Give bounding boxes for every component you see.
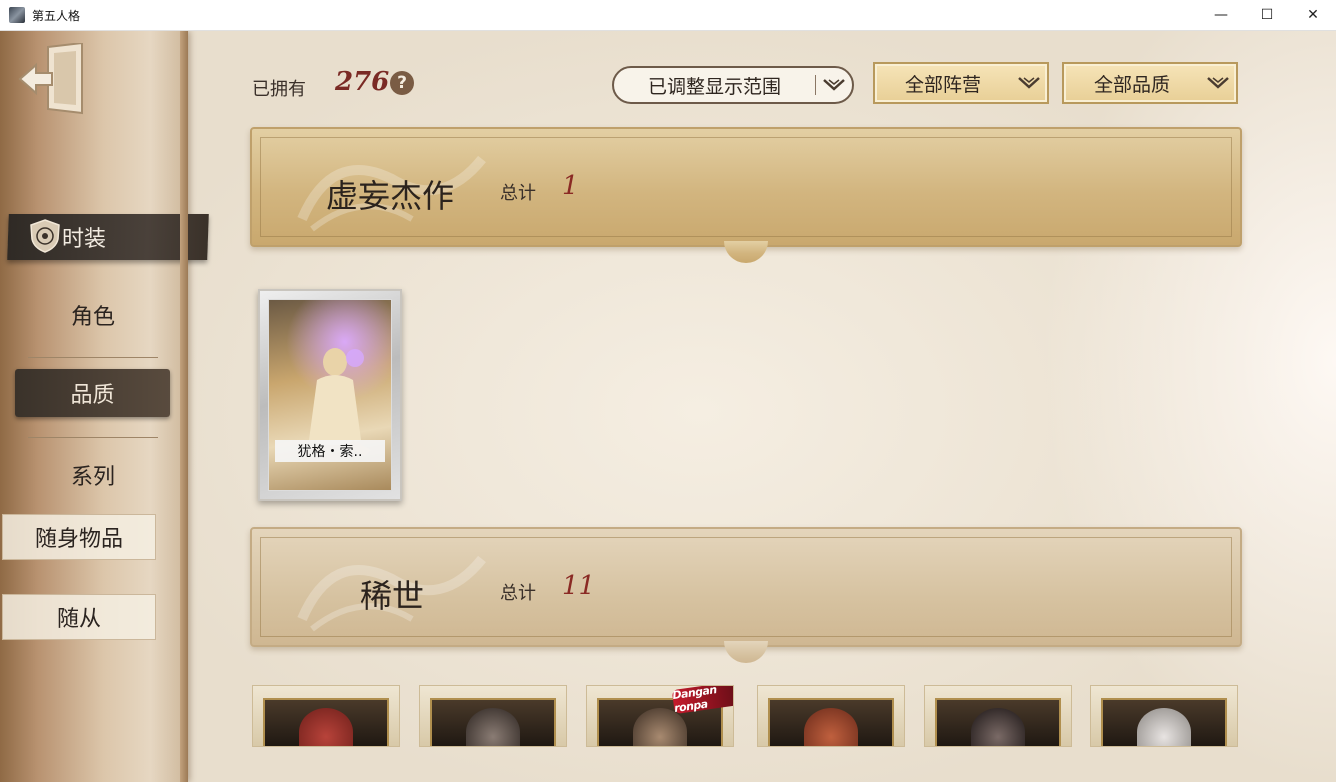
costume-card-name: 犹格・索.. (275, 440, 385, 462)
section-banner-masterpiece: 虚妄杰作 总计 1 (250, 127, 1242, 263)
character-portrait-icon (299, 708, 353, 746)
dropdown-label: 全部阵营 (904, 73, 981, 96)
section-banner-rare: 稀世 总计 11 (250, 527, 1242, 663)
minimize-icon: — (1214, 7, 1228, 23)
banner-notch (724, 641, 768, 663)
costume-card-art (1101, 698, 1227, 746)
nav-divider (28, 437, 158, 438)
help-icon[interactable]: ? (390, 71, 414, 95)
costume-card[interactable] (924, 685, 1072, 747)
nav-accessories[interactable]: 随身物品 (2, 514, 156, 560)
shield-emblem-icon (30, 219, 60, 253)
costume-card-art (768, 698, 894, 746)
window-title: 第五人格 (32, 8, 81, 23)
faction-dropdown[interactable]: 全部阵营 (873, 62, 1049, 104)
dangan-ronpa-logo: Dangan ronpa (672, 686, 733, 715)
close-icon: ✕ (1307, 7, 1319, 23)
costume-card[interactable]: Dangan ronpa (586, 685, 734, 747)
close-button[interactable]: ✕ (1290, 0, 1336, 30)
costume-card[interactable] (757, 685, 905, 747)
character-portrait-icon (1137, 708, 1191, 746)
section-title: 稀世 (360, 577, 425, 615)
sidebar: 时装 角色 品质 系列 随身物品 随从 (0, 31, 209, 782)
nav-quality[interactable]: 品质 (15, 369, 170, 417)
nav-role[interactable]: 角色 (0, 296, 186, 334)
owned-count: 276 (335, 67, 390, 97)
costume-card[interactable] (1090, 685, 1238, 747)
maximize-button[interactable]: ☐ (1244, 0, 1290, 30)
window-controls: — ☐ ✕ (1198, 0, 1336, 30)
costume-card-art (263, 698, 389, 746)
section-title: 虚妄杰作 (326, 177, 455, 215)
owned-label: 已拥有 (252, 79, 306, 100)
costume-card[interactable] (419, 685, 567, 747)
chevron-down-icon (815, 74, 852, 96)
exit-door-icon[interactable] (18, 43, 86, 117)
nav-pets[interactable]: 随从 (2, 594, 156, 640)
chevron-down-icon (1011, 64, 1047, 102)
maximize-icon: ☐ (1260, 7, 1274, 23)
help-glyph: ? (397, 73, 407, 93)
section-total-value: 11 (562, 571, 596, 601)
section-total-label: 总计 (500, 583, 536, 604)
nav-divider (28, 357, 158, 358)
window-title-bar: 第五人格 — ☐ ✕ (0, 0, 1336, 31)
banner-notch (724, 241, 768, 263)
section-total-label: 总计 (500, 183, 536, 204)
minimize-button[interactable]: — (1198, 0, 1244, 30)
character-portrait-icon (466, 708, 520, 746)
character-portrait-icon (971, 708, 1025, 746)
nav-series[interactable]: 系列 (0, 456, 186, 494)
app-icon (9, 7, 25, 23)
dropdown-label: 全部品质 (1093, 73, 1170, 96)
game-view: 时装 角色 品质 系列 随身物品 随从 已拥有 276 ? 已调整显示范围 全部… (0, 31, 1336, 782)
costume-card-art: 犹格・索.. (268, 299, 392, 491)
nav-fashion[interactable]: 时装 (0, 214, 180, 260)
dropdown-label: 已调整显示范围 (647, 75, 781, 98)
costume-card[interactable]: 犹格・索.. (258, 289, 402, 501)
display-range-dropdown[interactable]: 已调整显示范围 (612, 66, 854, 104)
section-total-value: 1 (562, 171, 579, 201)
costume-card[interactable] (252, 685, 400, 747)
chevron-down-icon (1200, 64, 1236, 102)
costume-card-art (935, 698, 1061, 746)
quality-dropdown[interactable]: 全部品质 (1062, 62, 1238, 104)
costume-card-art (430, 698, 556, 746)
character-portrait-icon (804, 708, 858, 746)
